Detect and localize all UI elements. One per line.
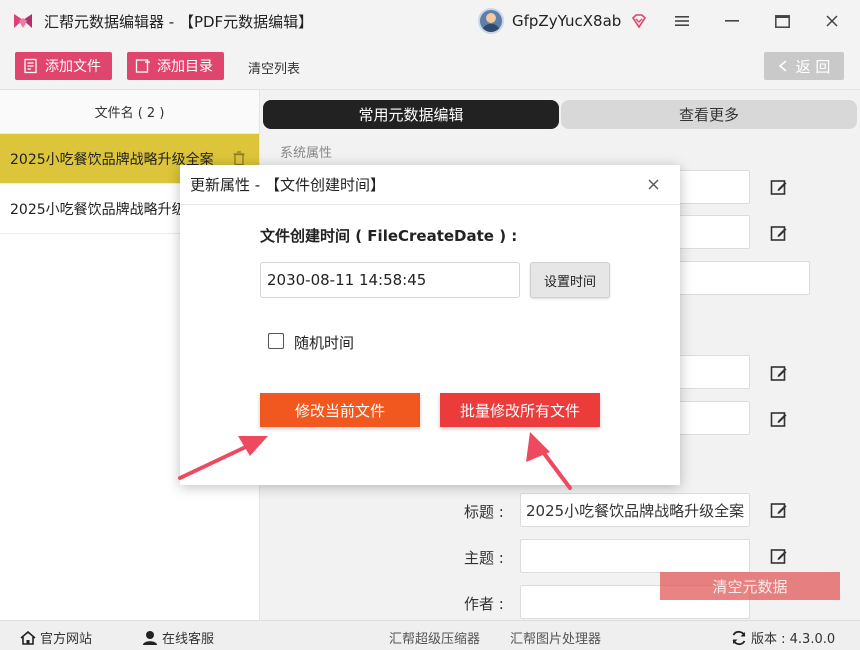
file-list-header: 文件名 ( 2 ) [0, 90, 259, 134]
set-time-button[interactable]: 设置时间 [530, 262, 610, 298]
edit-icon[interactable] [770, 364, 788, 382]
file-create-date-label: 文件创建时间 ( FileCreateDate ) : [260, 227, 518, 245]
trash-icon[interactable] [233, 151, 245, 165]
app-title: 汇帮元数据编辑器 - 【PDF元数据编辑】 [44, 12, 314, 31]
random-time-label: 随机时间 [294, 334, 355, 352]
version-info[interactable]: 版本 : 4.3.0.0 [731, 628, 835, 647]
create-time-input[interactable]: 2030-08-11 14:58:45 [260, 262, 520, 298]
edit-icon[interactable] [770, 224, 788, 242]
title-value: 2025小吃餐饮品牌战略升级全案 [526, 502, 745, 520]
add-folder-icon [135, 59, 150, 73]
title-label: 标题 : [464, 503, 504, 521]
author-label: 作者 : [464, 595, 504, 613]
minimize-icon[interactable] [720, 10, 744, 32]
official-site-link[interactable]: 官方网站 [20, 628, 92, 647]
tab-common-metadata[interactable]: 常用元数据编辑 [263, 100, 559, 129]
compressor-link[interactable]: 汇帮超级压缩器 [389, 628, 480, 647]
add-file-label: 添加文件 [45, 59, 101, 75]
modify-current-file-button[interactable]: 修改当前文件 [260, 393, 420, 427]
back-label: 返 回 [795, 57, 831, 76]
status-bar: 官方网站 在线客服 汇帮超级压缩器 汇帮图片处理器 版本 : 4.3.0.0 [0, 620, 860, 650]
online-service-label: 在线客服 [162, 632, 215, 647]
vip-diamond-icon[interactable] [631, 13, 647, 29]
image-tool-link[interactable]: 汇帮图片处理器 [510, 628, 601, 647]
subject-input[interactable] [520, 539, 750, 573]
customer-service-icon [143, 631, 157, 645]
back-button[interactable]: 返 回 [764, 52, 844, 80]
update-property-dialog: 更新属性 - 【文件创建时间】 文件创建时间 ( FileCreateDate … [180, 165, 680, 485]
create-time-value: 2030-08-11 14:58:45 [267, 271, 427, 289]
dialog-title: 更新属性 - 【文件创建时间】 [180, 165, 680, 205]
dialog-close-icon[interactable] [644, 175, 662, 193]
tab-view-more[interactable]: 查看更多 [561, 100, 857, 129]
maximize-icon[interactable] [770, 10, 794, 32]
batch-modify-all-button[interactable]: 批量修改所有文件 [440, 393, 600, 427]
home-icon [20, 630, 36, 645]
section-system-properties: 系统属性 [280, 146, 333, 161]
add-file-button[interactable]: 添加文件 [15, 52, 112, 80]
edit-icon[interactable] [770, 178, 788, 196]
subject-label: 主题 : [464, 549, 504, 567]
random-time-checkbox[interactable] [268, 333, 284, 349]
avatar[interactable] [478, 8, 504, 34]
app-logo-icon [12, 10, 34, 32]
chevron-left-icon [778, 60, 787, 72]
clear-list-button[interactable]: 清空列表 [248, 58, 300, 77]
edit-icon[interactable] [770, 547, 788, 565]
refresh-icon [732, 630, 746, 645]
username: GfpZyYucX8ab [512, 12, 622, 30]
add-directory-button[interactable]: 添加目录 [127, 52, 224, 80]
online-service-link[interactable]: 在线客服 [142, 628, 214, 647]
edit-icon[interactable] [770, 501, 788, 519]
title-bar: 汇帮元数据编辑器 - 【PDF元数据编辑】 GfpZyYucX8ab [0, 0, 860, 42]
version-label: 版本 : 4.3.0.0 [751, 632, 836, 647]
add-directory-label: 添加目录 [157, 59, 213, 75]
menu-icon[interactable] [670, 10, 694, 32]
toolbar: 添加文件 添加目录 清空列表 返 回 [0, 42, 860, 90]
close-icon[interactable] [820, 10, 844, 32]
official-site-label: 官方网站 [40, 632, 93, 647]
edit-icon[interactable] [770, 410, 788, 428]
user-info[interactable]: GfpZyYucX8ab [478, 8, 647, 34]
clear-metadata-button[interactable]: 清空元数据 [660, 572, 840, 600]
add-file-icon [24, 58, 37, 74]
